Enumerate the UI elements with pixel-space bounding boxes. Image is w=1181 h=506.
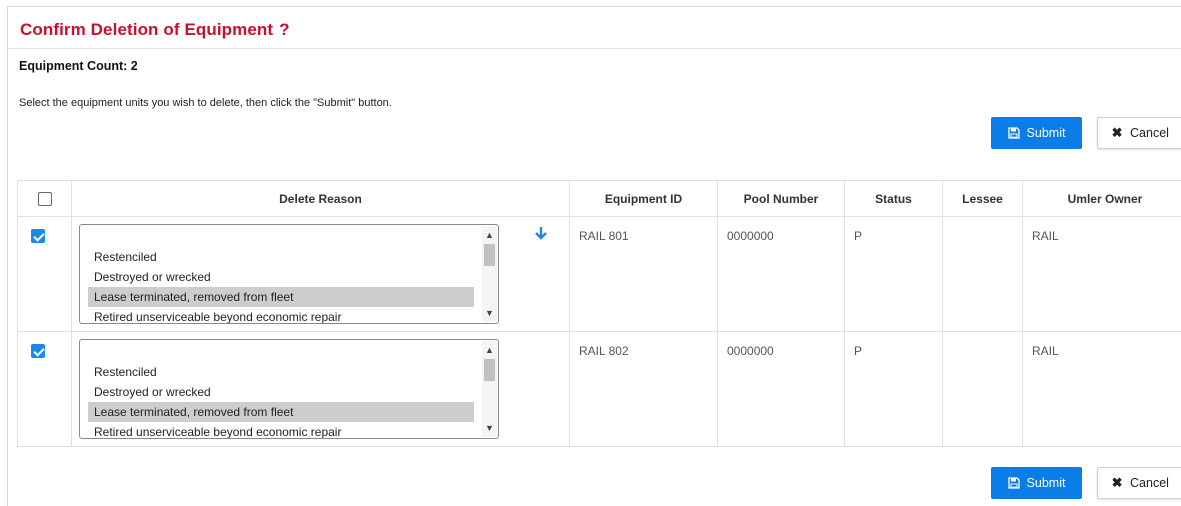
row-select-cell (18, 332, 72, 447)
equipment-id-cell: RAIL 801 (570, 217, 718, 332)
table-row: Restenciled Destroyed or wrecked Lease t… (18, 332, 1181, 447)
equipment-count: Equipment Count: 2 (19, 59, 138, 73)
dialog-header: Confirm Deletion of Equipment? (8, 7, 1181, 49)
scroll-down-icon[interactable]: ▼ (482, 421, 497, 435)
row-select-cell (18, 217, 72, 332)
copy-down-arrow-icon[interactable] (534, 225, 548, 241)
listbox-scrollbar[interactable]: ▲ ▼ (482, 226, 497, 322)
delete-reason-cell: Restenciled Destroyed or wrecked Lease t… (72, 332, 570, 447)
header-lessee: Lessee (943, 181, 1023, 217)
header-pool-number: Pool Number (718, 181, 845, 217)
header-umler-owner: Umler Owner (1023, 181, 1181, 217)
x-icon: ✖ (1111, 127, 1123, 139)
reason-option[interactable]: Retired unserviceable beyond economic re… (88, 422, 474, 439)
status-cell: P (845, 217, 943, 332)
lessee-cell (943, 332, 1023, 447)
select-all-checkbox[interactable] (38, 192, 52, 206)
question-mark-icon[interactable]: ? (279, 20, 289, 39)
status-cell: P (845, 332, 943, 447)
table-header-row: Delete Reason Equipment ID Pool Number S… (18, 181, 1181, 217)
umler-owner-cell: RAIL (1023, 332, 1181, 447)
reason-option[interactable]: Retired unserviceable beyond economic re… (88, 307, 474, 324)
submit-button-bottom[interactable]: Submit (991, 467, 1082, 499)
delete-reason-cell: Restenciled Destroyed or wrecked Lease t… (72, 217, 570, 332)
equipment-table: Delete Reason Equipment ID Pool Number S… (17, 180, 1181, 447)
scroll-up-icon[interactable]: ▲ (482, 228, 497, 242)
reason-option[interactable]: Restenciled (88, 362, 474, 382)
delete-reason-listbox[interactable]: Restenciled Destroyed or wrecked Lease t… (79, 339, 499, 439)
scroll-thumb[interactable] (484, 244, 495, 266)
header-equipment-id: Equipment ID (570, 181, 718, 217)
listbox-scrollbar[interactable]: ▲ ▼ (482, 341, 497, 437)
equipment-id-cell: RAIL 802 (570, 332, 718, 447)
header-delete-reason: Delete Reason (72, 181, 570, 217)
scroll-down-icon[interactable]: ▼ (482, 306, 497, 320)
x-icon: ✖ (1111, 477, 1123, 489)
umler-owner-cell: RAIL (1023, 217, 1181, 332)
table-row: Restenciled Destroyed or wrecked Lease t… (18, 217, 1181, 332)
reason-option-selected[interactable]: Lease terminated, removed from fleet (88, 402, 474, 422)
scroll-thumb[interactable] (484, 359, 495, 381)
reason-option-selected[interactable]: Lease terminated, removed from fleet (88, 287, 474, 307)
cancel-button-top[interactable]: ✖ Cancel (1097, 117, 1181, 149)
floppy-disk-icon (1008, 477, 1020, 489)
select-all-header (18, 181, 72, 217)
cancel-button-bottom[interactable]: ✖ Cancel (1097, 467, 1181, 499)
delete-reason-listbox[interactable]: Restenciled Destroyed or wrecked Lease t… (79, 224, 499, 324)
row-checkbox[interactable] (31, 344, 45, 358)
reason-option[interactable]: Destroyed or wrecked (88, 267, 474, 287)
lessee-cell (943, 217, 1023, 332)
scroll-up-icon[interactable]: ▲ (482, 343, 497, 357)
instructions-text: Select the equipment units you wish to d… (19, 97, 392, 109)
row-checkbox[interactable] (31, 229, 45, 243)
reason-option[interactable]: Destroyed or wrecked (88, 382, 474, 402)
floppy-disk-icon (1008, 127, 1020, 139)
page-title: Confirm Deletion of Equipment? (20, 20, 290, 40)
pool-number-cell: 0000000 (718, 217, 845, 332)
pool-number-cell: 0000000 (718, 332, 845, 447)
reason-option[interactable]: Restenciled (88, 247, 474, 267)
submit-button-top[interactable]: Submit (991, 117, 1082, 149)
header-status: Status (845, 181, 943, 217)
